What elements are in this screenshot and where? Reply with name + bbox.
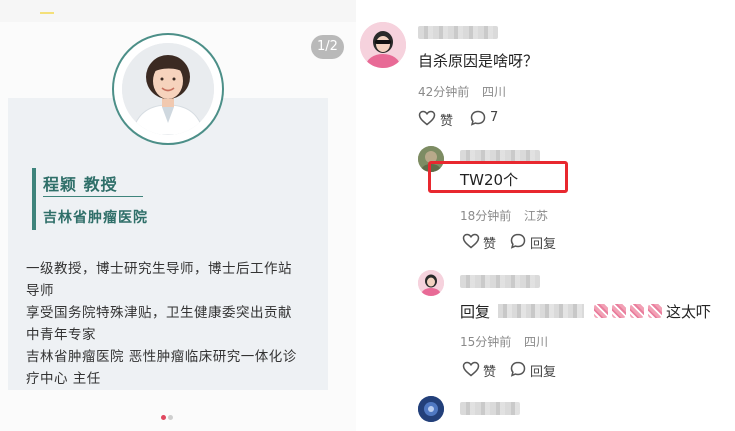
reply-button[interactable]: 回复 <box>530 233 556 252</box>
username-blurred[interactable] <box>460 402 520 415</box>
like-button[interactable]: 赞 <box>483 233 496 252</box>
comment-location: 四川 <box>524 335 549 349</box>
avatar[interactable] <box>418 396 444 422</box>
speech-bubble-icon[interactable] <box>470 110 486 126</box>
user-avatar-icon <box>418 396 444 422</box>
comment-location: 江苏 <box>524 209 549 223</box>
bio-line: 吉林省肿瘤医院 恶性肿瘤临床研究一体化诊 <box>26 349 297 365</box>
comment-text: TW20个 <box>460 171 519 189</box>
comment-time: 42分钟前 <box>418 85 470 99</box>
carousel-dot-active[interactable] <box>161 415 166 420</box>
portrait-photo <box>122 43 214 135</box>
username-blurred[interactable] <box>418 26 498 39</box>
heart-outline-icon[interactable] <box>462 361 480 377</box>
username-blurred[interactable] <box>460 275 540 288</box>
avatar[interactable] <box>418 270 444 296</box>
user-avatar-icon <box>418 270 444 296</box>
bio-line: 享受国务院特殊津贴，卫生健康委突出贡献 <box>26 305 292 321</box>
top-bar <box>0 0 356 22</box>
emoji-icon <box>594 304 608 318</box>
comment-text: 自杀原因是啥呀？ <box>418 52 539 70</box>
carousel-dots[interactable] <box>161 405 175 424</box>
top-accent-mark <box>40 12 54 14</box>
bio-line: 导师 <box>26 283 54 299</box>
bio-line: 中青年专家 <box>26 327 96 343</box>
page-indicator: 1/2 <box>311 35 344 59</box>
bio-line: 一级教授，博士研究生导师，博士后工作站 <box>26 261 292 277</box>
comment-text: 这太吓 <box>666 303 712 321</box>
comment-time: 15分钟前 <box>460 335 512 349</box>
person-portrait-icon <box>122 43 214 135</box>
profile-image-panel: 1/2 程颖 教授 吉林省肿瘤医院 一级教授，博士研究生导师，博士后工作站 导师… <box>0 0 356 431</box>
hospital-name: 吉林省肿瘤医院 <box>43 210 148 226</box>
carousel-dot[interactable] <box>168 415 173 420</box>
heart-outline-icon[interactable] <box>418 110 436 126</box>
emoji-icon <box>630 304 644 318</box>
emoji-icon <box>612 304 626 318</box>
speech-bubble-icon[interactable] <box>510 233 526 249</box>
doctor-bio: 一级教授，博士研究生导师，博士后工作站 导师 享受国务院特殊津贴，卫生健康委突出… <box>26 258 322 390</box>
comment-time: 18分钟前 <box>460 209 512 223</box>
emoji-icon <box>648 304 662 318</box>
comments-panel: 自杀原因是啥呀？ 42分钟前 四川 赞 7 TW20个 18分钟前 江苏 赞 回… <box>356 0 735 431</box>
portrait-frame <box>112 33 224 145</box>
name-accent-bar <box>32 168 36 230</box>
like-button[interactable]: 赞 <box>440 110 453 129</box>
reply-prefix: 回复 <box>460 303 491 321</box>
doctor-name: 程颖 教授 <box>43 175 118 194</box>
avatar[interactable] <box>360 22 406 68</box>
reply-count[interactable]: 7 <box>490 110 498 125</box>
like-button[interactable]: 赞 <box>483 361 496 380</box>
user-avatar-icon <box>360 22 406 68</box>
reply-button[interactable]: 回复 <box>530 361 556 380</box>
heart-outline-icon[interactable] <box>462 233 480 249</box>
name-divider <box>43 196 143 197</box>
mentioned-user-blurred[interactable] <box>498 304 584 318</box>
speech-bubble-icon[interactable] <box>510 361 526 377</box>
comment-location: 四川 <box>482 85 507 99</box>
bio-line: 疗中心 主任 <box>26 371 101 387</box>
